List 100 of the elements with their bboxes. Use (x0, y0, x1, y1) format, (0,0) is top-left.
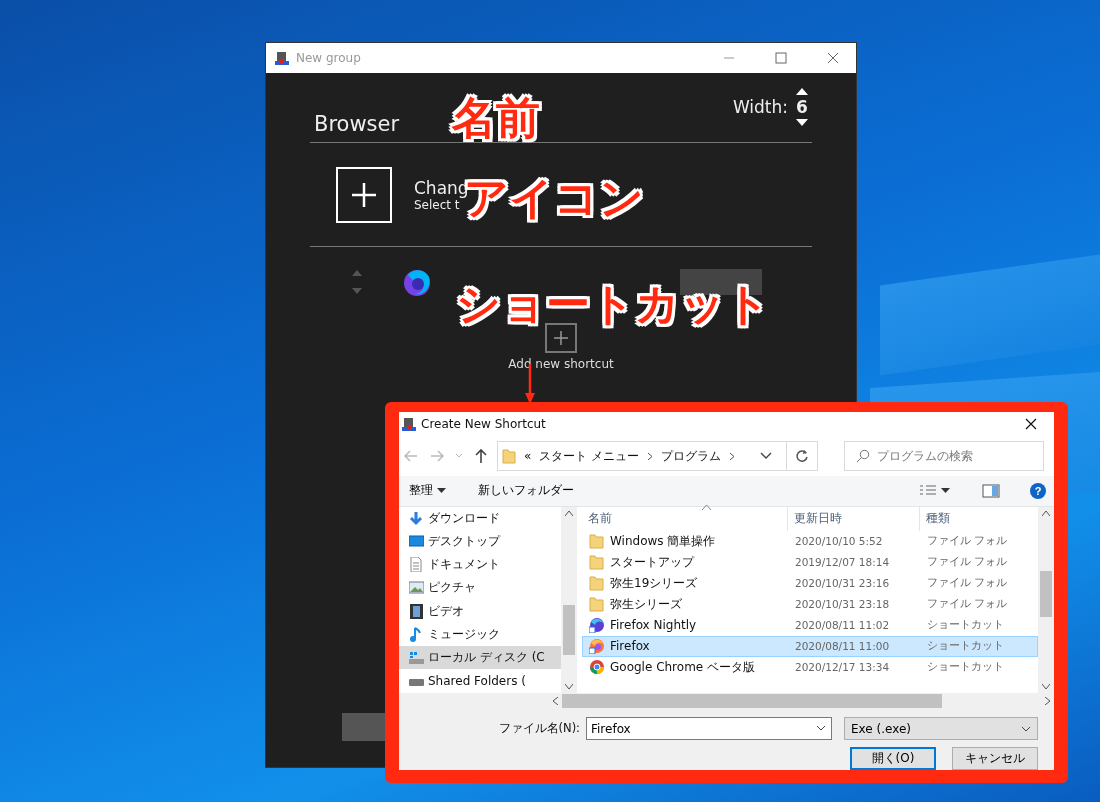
group-name-field[interactable]: Browser (314, 112, 400, 136)
address-bar[interactable]: « スタート メニュー プログラム (497, 441, 787, 472)
change-icon-button[interactable] (336, 166, 392, 223)
scrollbar[interactable] (1038, 506, 1054, 693)
dropdown-chevron-icon (1021, 725, 1031, 732)
organize-menu[interactable]: 整理 (407, 480, 448, 502)
maximize-icon (775, 52, 787, 64)
reorder-arrows-icon[interactable] (352, 270, 362, 294)
file-name: スタートアップ (610, 553, 694, 571)
decrease-arrow-icon[interactable] (796, 119, 808, 126)
change-icon-description: Select t (414, 197, 460, 212)
scroll-up-icon (1042, 510, 1050, 516)
increase-arrow-icon[interactable] (796, 88, 808, 95)
add-shortcut-button[interactable] (545, 323, 577, 353)
list-view-icon (919, 484, 937, 497)
breadcrumb-item[interactable]: スタート メニュー (539, 447, 640, 465)
column-header[interactable]: 名前 (582, 506, 788, 531)
folder-icon (502, 448, 516, 465)
film-icon (409, 603, 424, 619)
file-date: 2020/08/11 11:02 (794, 619, 891, 632)
file-row[interactable]: スタートアップ 2019/12/07 18:14 ファイル フォル (582, 551, 1038, 573)
file-type: ショートカット (926, 639, 1005, 654)
file-type: ファイル フォル (926, 534, 1009, 549)
file-name: 弥生シリーズ (610, 595, 682, 613)
file-row[interactable]: Windows 簡単操作 2020/10/10 5:52 ファイル フォル (582, 530, 1038, 552)
file-row[interactable]: 弥生シリーズ 2020/10/31 23:18 ファイル フォル (582, 593, 1038, 615)
close-icon (827, 52, 839, 64)
folder-icon (589, 596, 605, 613)
scrollbar[interactable] (561, 506, 577, 693)
column-header[interactable]: 種類 (920, 506, 1032, 531)
tree-item[interactable]: デスクトップ (409, 529, 561, 554)
disk-drive-icon (409, 650, 424, 666)
scrollbar-thumb[interactable] (1040, 570, 1052, 617)
folder-icon (589, 533, 605, 550)
shortcut-circle-icon (589, 659, 605, 676)
search-icon (856, 449, 870, 464)
search-field[interactable]: プログラムの検索 (844, 441, 1044, 472)
chevron-right-icon (729, 451, 736, 461)
scroll-down-icon (565, 683, 573, 689)
download-arrow-icon (409, 510, 424, 526)
file-name: Google Chrome ベータ版 (610, 658, 755, 676)
plus-icon (351, 181, 377, 208)
file-type: ファイル フォル (926, 555, 1009, 570)
file-date: 2020/10/31 23:18 (794, 598, 891, 611)
width-value[interactable]: 6 (796, 97, 808, 117)
file-type: ファイル フォル (926, 597, 1009, 612)
caret-icon (437, 488, 446, 494)
file-type-dropdown[interactable]: Exe (.exe) (844, 717, 1038, 740)
file-date: 2020/10/31 23:16 (794, 577, 891, 590)
file-type: ファイル フォル (926, 576, 1009, 591)
file-row[interactable]: 弥生19シリーズ 2020/10/31 23:16 ファイル フォル (582, 572, 1038, 594)
desktop-icon (409, 533, 424, 549)
scrollbar-thumb[interactable] (563, 604, 575, 655)
refresh-button[interactable] (786, 441, 818, 472)
tree-item[interactable]: Shared Folders ( (409, 669, 561, 693)
file-name-field[interactable]: Firefox (586, 717, 832, 740)
scroll-left-icon (553, 696, 558, 705)
caret-icon (941, 488, 950, 494)
file-date: 2019/12/07 18:14 (794, 556, 891, 569)
new-folder-button[interactable]: 新しいフォルダー (476, 480, 576, 502)
file-row[interactable]: Google Chrome ベータ版 2020/12/17 13:34 ショートカット (582, 656, 1038, 678)
file-row[interactable]: Firefox Nightly 2020/08/11 11:02 ショートカット (582, 614, 1038, 636)
overflow-marker[interactable]: « (524, 449, 532, 464)
file-date: 2020/10/10 5:52 (794, 535, 884, 548)
tree-item[interactable]: ダウンロード (409, 506, 561, 530)
file-name: Windows 簡単操作 (610, 532, 716, 550)
tree-item[interactable]: ビデオ (409, 599, 561, 623)
file-row[interactable]: Firefox 2020/08/11 11:00 ショートカット (582, 635, 1038, 657)
tree-item[interactable]: ドキュメント (409, 553, 561, 577)
column-header[interactable]: 更新日時 (788, 506, 920, 531)
open-button[interactable]: 開く(O) (850, 747, 936, 770)
file-date: 2020/12/17 13:34 (794, 661, 891, 674)
scroll-down-icon (1042, 683, 1050, 689)
file-name: Firefox Nightly (610, 618, 697, 633)
app-icon (401, 416, 417, 432)
scroll-up-icon (565, 510, 573, 516)
help-button[interactable]: ? (1030, 482, 1046, 499)
file-name: Firefox (610, 639, 650, 654)
annotation-text: 名前 (452, 96, 540, 140)
scrollbar-thumb[interactable] (562, 693, 942, 708)
app-icon (274, 50, 290, 66)
shortcut-globe-icon (589, 617, 605, 634)
close-icon (1025, 418, 1037, 430)
file-name: 弥生19シリーズ (610, 574, 698, 592)
music-note-icon (409, 626, 424, 642)
file-name-label: ファイル名(N): (498, 721, 580, 736)
refresh-icon (795, 449, 809, 464)
tree-item[interactable]: ローカル ディスク (C (399, 646, 561, 670)
file-date: 2020/08/11 11:00 (794, 640, 891, 653)
dropdown-chevron-icon (760, 452, 772, 461)
cancel-button[interactable]: キャンセル (952, 747, 1038, 770)
tree-item[interactable]: ピクチャ (409, 576, 561, 600)
breadcrumb-item[interactable]: プログラム (661, 447, 722, 465)
file-type: ショートカット (926, 660, 1005, 675)
folder-icon (589, 554, 605, 571)
width-label: Width: (732, 97, 788, 117)
document-icon (409, 557, 424, 573)
tree-item[interactable]: ミュージック (409, 622, 561, 647)
shortcut-globe-icon (589, 638, 605, 655)
scroll-right-icon (1045, 696, 1050, 705)
